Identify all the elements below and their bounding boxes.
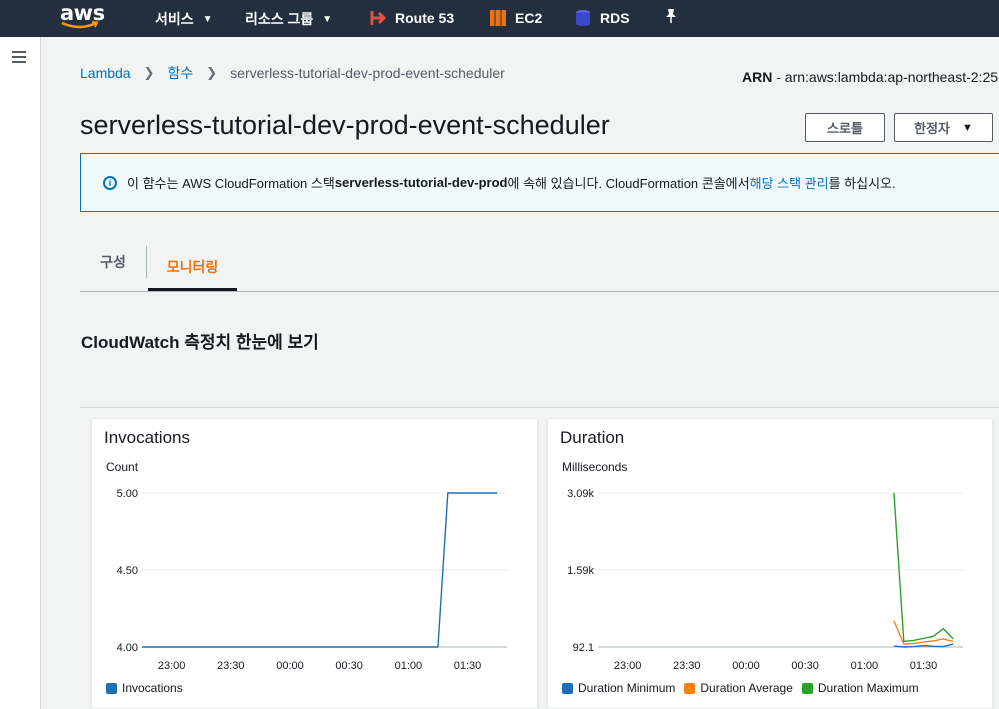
legend-item[interactable]: Duration Maximum <box>801 681 919 695</box>
ec2-icon <box>490 10 506 26</box>
cloudformation-info-alert: i 이 함수는 AWS CloudFormation 스택 serverless… <box>80 153 999 212</box>
aws-smile-icon <box>61 21 99 29</box>
qualifiers-label: 한정자 <box>914 121 950 136</box>
x-tick-label: 23:00 <box>158 660 186 672</box>
duration-chart[interactable]: 3.09k 1.59k 92.1 23:00 23:30 00:00 00:30 01:00 0… <box>548 419 994 679</box>
info-text-suffix: 를 하십시오. <box>828 176 896 191</box>
legend-label: Duration Average <box>700 681 793 695</box>
legend-label: Invocations <box>122 681 183 695</box>
chevron-down-icon: ▼ <box>202 13 213 25</box>
info-text-middle: 에 속해 있습니다. CloudFormation 콘솔에서 <box>507 176 750 191</box>
invocations-chart[interactable]: 5.00 4.50 4.00 23:00 23:30 00:00 00:30 01:00 01:… <box>92 419 539 679</box>
section-divider <box>80 407 999 408</box>
shortcut-ec2[interactable]: EC2 <box>489 9 542 27</box>
info-icon: i <box>103 175 117 190</box>
aws-logo[interactable]: aws <box>60 1 105 34</box>
section-title: CloudWatch 측정치 한눈에 보기 <box>81 333 319 352</box>
x-tick-label: 00:30 <box>791 660 819 672</box>
function-tabs: 구성 모니터링 <box>80 245 999 292</box>
legend-swatch <box>106 682 117 694</box>
invocations-chart-panel: Invocations Count 5.00 4.50 4.00 23:00 23:30… <box>91 418 538 709</box>
tab-monitoring[interactable]: 모니터링 <box>148 245 237 291</box>
breadcrumb-functions[interactable]: 함수 <box>168 63 194 83</box>
x-tick-label: 01:00 <box>851 660 879 672</box>
x-tick-label: 01:00 <box>395 660 423 672</box>
breadcrumb-current: serverless-tutorial-dev-prod-event-sched… <box>230 65 505 81</box>
legend-label: Duration Maximum <box>817 681 919 695</box>
tab-configuration[interactable]: 구성 <box>80 246 147 278</box>
y-tick-label: 3.09k <box>567 488 594 500</box>
info-text-prefix: 이 함수는 AWS CloudFormation 스택 <box>127 176 335 191</box>
y-tick-label: 1.59k <box>567 565 594 577</box>
x-tick-label: 00:30 <box>335 660 363 672</box>
route53-icon <box>370 11 387 25</box>
chevron-down-icon: ▼ <box>322 13 333 25</box>
x-tick-label: 00:00 <box>276 660 304 672</box>
chevron-right-icon: ❯ <box>206 65 218 80</box>
x-tick-label: 23:30 <box>673 660 701 672</box>
y-tick-label: 92.1 <box>573 642 594 654</box>
manage-stack-link[interactable]: 해당 스택 관리 <box>750 173 829 192</box>
resource-groups-label: 리소스 그룹 <box>245 11 314 27</box>
top-navigation-bar: aws 서비스 ▼ 리소스 그룹 ▼ Route 53 EC2 RDS <box>0 0 999 37</box>
x-tick-label: 01:30 <box>454 660 482 672</box>
pin-icon[interactable] <box>664 8 678 24</box>
page-title: serverless-tutorial-dev-prod-event-sched… <box>80 110 610 140</box>
series-line <box>893 492 954 643</box>
shortcut-label: Route 53 <box>395 10 455 26</box>
x-tick-label: 23:00 <box>614 660 642 672</box>
arn-value: - arn:aws:lambda:ap-northeast-2:25 <box>772 69 999 85</box>
x-tick-label: 01:30 <box>910 660 938 672</box>
legend-swatch <box>684 682 696 694</box>
rds-icon <box>576 10 590 26</box>
breadcrumb-lambda[interactable]: Lambda <box>80 65 131 81</box>
legend-item[interactable]: Duration Average <box>684 681 793 695</box>
info-stack-name: serverless-tutorial-dev-prod <box>334 175 508 190</box>
side-navigation-rail <box>0 37 41 709</box>
legend-swatch <box>562 682 573 694</box>
legend-item[interactable]: Invocations <box>106 681 183 695</box>
services-menu[interactable]: 서비스 ▼ <box>155 9 213 29</box>
services-label: 서비스 <box>155 11 194 27</box>
x-tick-label: 00:00 <box>732 660 760 672</box>
shortcut-label: RDS <box>600 10 630 26</box>
x-tick-label: 23:30 <box>217 660 245 672</box>
caret-down-icon: ▼ <box>962 121 973 134</box>
function-arn: ARN - arn:aws:lambda:ap-northeast-2:25 <box>742 69 998 85</box>
throttle-label: 스로틀 <box>827 121 863 136</box>
y-tick-label: 5.00 <box>117 488 138 500</box>
shortcut-label: EC2 <box>515 10 543 26</box>
duration-chart-panel: Duration Milliseconds 3.09k 1.59k 92.1 23:0… <box>547 418 993 709</box>
shortcut-rds[interactable]: RDS <box>574 9 630 27</box>
menu-icon[interactable] <box>12 51 26 63</box>
arn-label: ARN <box>742 69 773 85</box>
legend-swatch <box>801 682 813 694</box>
y-tick-label: 4.00 <box>117 642 138 654</box>
shortcut-route53[interactable]: Route 53 <box>369 9 454 27</box>
chevron-right-icon: ❯ <box>143 65 155 80</box>
chart-legend: Invocations <box>106 681 192 695</box>
legend-item[interactable]: Duration Minimum <box>562 681 675 695</box>
legend-label: Duration Minimum <box>578 681 676 695</box>
throttle-button[interactable]: 스로틀 <box>805 113 885 142</box>
chart-legend: Duration Minimum Duration Average Duration… <box>562 681 928 695</box>
resource-groups-menu[interactable]: 리소스 그룹 ▼ <box>245 9 332 29</box>
breadcrumb: Lambda ❯ 함수 ❯ serverless-tutorial-dev-pr… <box>80 63 505 83</box>
qualifiers-dropdown-button[interactable]: 한정자 ▼ <box>894 113 993 142</box>
y-tick-label: 4.50 <box>117 565 138 577</box>
